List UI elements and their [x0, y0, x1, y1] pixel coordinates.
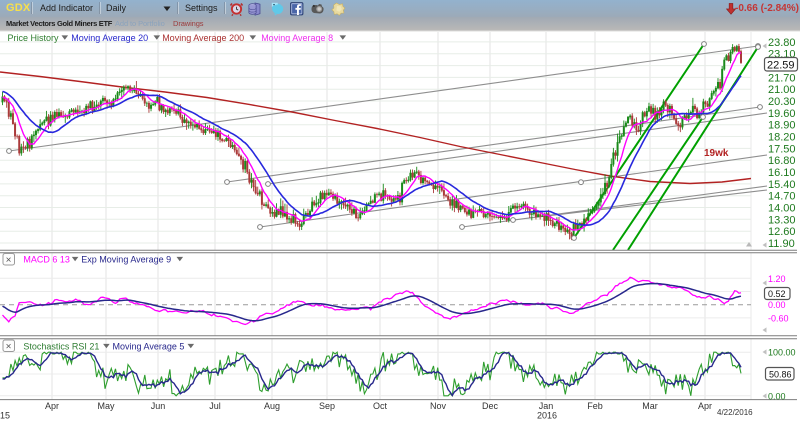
svg-text:Aug: Aug — [264, 401, 280, 411]
svg-text:MACD 6 13: MACD 6 13 — [23, 255, 70, 265]
svg-text:0.00: 0.00 — [768, 391, 786, 401]
svg-text:100.00: 100.00 — [768, 348, 796, 358]
svg-text:Jul: Jul — [209, 401, 221, 411]
svg-text:Feb: Feb — [587, 401, 603, 411]
svg-text:Moving Average 8: Moving Average 8 — [261, 33, 333, 43]
svg-text:20.30: 20.30 — [768, 96, 796, 108]
svg-text:13.30: 13.30 — [768, 214, 796, 226]
svg-text:Exp Moving Average 9: Exp Moving Average 9 — [81, 255, 171, 265]
svg-text:Jan: Jan — [539, 401, 554, 411]
svg-text:16.80: 16.80 — [768, 155, 796, 167]
svg-text:Moving Average 20: Moving Average 20 — [71, 33, 148, 43]
svg-text:Oct: Oct — [373, 401, 388, 411]
svg-text:23.80: 23.80 — [768, 37, 796, 49]
svg-text:15.40: 15.40 — [768, 179, 796, 191]
svg-text:14.70: 14.70 — [768, 191, 796, 203]
svg-text:19.60: 19.60 — [768, 108, 796, 120]
svg-text:Sep: Sep — [319, 401, 335, 411]
svg-text:19wk: 19wk — [704, 148, 729, 159]
svg-text:Apr: Apr — [698, 401, 712, 411]
svg-text:15: 15 — [0, 411, 10, 421]
svg-text:2016: 2016 — [537, 411, 557, 421]
svg-text:-0.60: -0.60 — [768, 313, 789, 323]
svg-text:Mar: Mar — [642, 401, 658, 411]
svg-text:4/22/2016: 4/22/2016 — [717, 408, 753, 417]
svg-text:Moving Average 5: Moving Average 5 — [113, 342, 185, 352]
svg-text:Jun: Jun — [151, 401, 166, 411]
svg-text:50.86: 50.86 — [769, 370, 792, 380]
svg-text:21.70: 21.70 — [768, 72, 796, 84]
svg-text:×: × — [6, 341, 12, 352]
svg-text:16.10: 16.10 — [768, 167, 796, 179]
svg-text:12.60: 12.60 — [768, 226, 796, 238]
svg-text:0.52: 0.52 — [768, 289, 786, 299]
svg-text:×: × — [6, 255, 12, 266]
svg-text:18.20: 18.20 — [768, 132, 796, 144]
svg-text:Apr: Apr — [45, 401, 59, 411]
svg-text:11.90: 11.90 — [768, 238, 795, 250]
svg-text:21.00: 21.00 — [768, 84, 796, 96]
svg-text:0.00: 0.00 — [768, 300, 786, 310]
svg-text:Stochastics RSI 21: Stochastics RSI 21 — [23, 342, 99, 352]
svg-text:1.20: 1.20 — [768, 274, 786, 284]
svg-text:14.00: 14.00 — [768, 203, 796, 215]
svg-text:Dec: Dec — [482, 401, 499, 411]
svg-text:May: May — [97, 401, 115, 411]
svg-text:Nov: Nov — [430, 401, 447, 411]
svg-text:Moving Average 200: Moving Average 200 — [162, 33, 244, 43]
svg-text:17.50: 17.50 — [768, 143, 796, 155]
svg-text:18.90: 18.90 — [768, 120, 796, 132]
svg-text:Price History: Price History — [8, 33, 60, 43]
svg-text:22.59: 22.59 — [767, 60, 795, 72]
